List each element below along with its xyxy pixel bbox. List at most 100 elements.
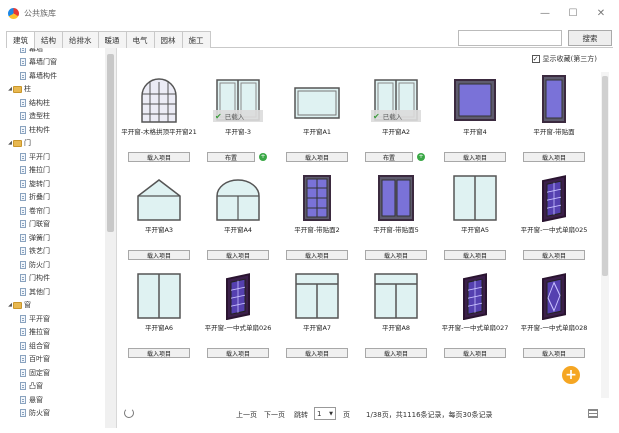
tab-0[interactable]: 建筑: [6, 31, 35, 49]
family-thumbnail[interactable]: [450, 172, 500, 222]
family-thumbnail[interactable]: [292, 74, 342, 124]
tree-item[interactable]: 折叠门: [20, 191, 50, 204]
family-thumbnail[interactable]: [371, 172, 421, 222]
family-thumbnail[interactable]: [529, 74, 579, 124]
load-project-button[interactable]: 载入项目: [444, 348, 506, 358]
tree-item[interactable]: 弹簧门: [20, 231, 50, 244]
load-project-button[interactable]: 载入项目: [444, 152, 506, 162]
place-button[interactable]: 布置: [207, 152, 255, 162]
tree-item[interactable]: 门联窗: [20, 218, 50, 231]
family-thumbnail[interactable]: ✔ 已载入: [371, 74, 421, 124]
show-favorites-checkbox[interactable]: ✓: [531, 55, 540, 63]
load-project-button[interactable]: 载入项目: [444, 250, 506, 260]
view-toggle-icon[interactable]: [588, 409, 598, 418]
family-thumbnail[interactable]: ✔ 已载入: [213, 74, 263, 124]
tree-item[interactable]: 固定窗: [20, 366, 50, 379]
family-thumbnail[interactable]: [450, 270, 500, 320]
tab-2[interactable]: 给排水: [62, 31, 99, 48]
tab-1[interactable]: 结构: [34, 31, 63, 48]
maximize-button[interactable]: ☐: [559, 0, 587, 26]
app-logo-icon: [8, 7, 19, 19]
tree-item[interactable]: 防火门: [20, 258, 50, 271]
tree-item[interactable]: 平开门: [20, 150, 50, 163]
load-project-button[interactable]: 载入项目: [523, 250, 585, 260]
folder-icon: [13, 139, 22, 147]
tree-item[interactable]: 悬窗: [20, 393, 43, 406]
prev-page-link[interactable]: 上一页: [236, 410, 257, 420]
document-icon: [20, 71, 26, 80]
load-project-button[interactable]: 载入项目: [128, 152, 190, 162]
family-thumbnail[interactable]: [529, 172, 579, 222]
tree-item[interactable]: 卷帘门: [20, 204, 50, 217]
tree-item[interactable]: 结构柱: [20, 96, 50, 109]
tree-item[interactable]: 幕墙: [20, 48, 43, 55]
tree-label: 组合窗: [29, 341, 50, 350]
tab-3[interactable]: 暖通: [97, 31, 127, 48]
tree-item[interactable]: 造型柱: [20, 110, 50, 123]
load-project-button[interactable]: 载入项目: [207, 250, 269, 260]
next-page-link[interactable]: 下一页: [264, 410, 285, 420]
family-name: 平开窗A7: [302, 324, 332, 332]
load-project-button[interactable]: 载入项目: [207, 348, 269, 358]
tree-label: 平开门: [29, 152, 50, 161]
family-thumbnail[interactable]: [213, 172, 263, 222]
load-project-button[interactable]: 载入项目: [286, 348, 348, 358]
search-button[interactable]: 搜索: [568, 30, 612, 46]
show-favorites-label: 显示收藏(第三方): [542, 55, 597, 63]
load-project-button[interactable]: 载入项目: [523, 152, 585, 162]
tree-item[interactable]: 百叶窗: [20, 353, 50, 366]
tab-5[interactable]: 园林: [153, 31, 183, 48]
family-thumbnail[interactable]: [134, 270, 184, 320]
tree-item[interactable]: 柱构件: [20, 123, 50, 136]
load-project-button[interactable]: 载入项目: [523, 348, 585, 358]
tree-scrollbar[interactable]: [105, 48, 116, 428]
minimize-button[interactable]: —: [531, 0, 559, 26]
tree-item[interactable]: 推拉窗: [20, 326, 50, 339]
load-project-button[interactable]: 载入项目: [365, 348, 427, 358]
gallery-scrollbar-thumb[interactable]: [602, 76, 608, 276]
family-thumbnail[interactable]: [292, 172, 342, 222]
tree-item[interactable]: 铁艺门: [20, 245, 50, 258]
load-project-button[interactable]: 载入项目: [128, 348, 190, 358]
tab-4[interactable]: 电气: [125, 31, 155, 48]
tree-item[interactable]: 幕墙门窗: [20, 56, 57, 69]
load-project-button[interactable]: 载入项目: [286, 152, 348, 162]
family-thumbnail[interactable]: [134, 74, 184, 124]
family-thumbnail[interactable]: [213, 270, 263, 320]
tree-label: 防火门: [29, 260, 50, 269]
family-thumbnail[interactable]: [292, 270, 342, 320]
family-thumbnail[interactable]: [529, 270, 579, 320]
close-button[interactable]: ✕: [587, 0, 615, 26]
tree-item[interactable]: 其他门: [20, 285, 50, 298]
tree-item[interactable]: 推拉门: [20, 164, 50, 177]
family-thumbnail[interactable]: [134, 172, 184, 222]
tree-item[interactable]: 防火窗: [20, 407, 50, 420]
search-input[interactable]: [458, 30, 562, 46]
tree-folder[interactable]: ◢ 窗: [7, 299, 31, 312]
load-project-button[interactable]: 载入项目: [286, 250, 348, 260]
gallery-scrollbar[interactable]: [601, 72, 609, 398]
tree-scrollbar-thumb[interactable]: [107, 54, 114, 232]
tree-item[interactable]: 旋转门: [20, 177, 50, 190]
tree-item[interactable]: 凸窗: [20, 380, 43, 393]
place-button[interactable]: 布置: [365, 152, 413, 162]
family-thumbnail[interactable]: [450, 74, 500, 124]
family-name: 平开窗A2: [381, 128, 411, 136]
family-thumbnail[interactable]: [371, 270, 421, 320]
document-icon: [20, 179, 26, 188]
tree-folder[interactable]: ◢ 门: [7, 137, 31, 150]
add-badge-icon[interactable]: +: [259, 153, 267, 161]
load-project-button[interactable]: 载入项目: [128, 250, 190, 260]
page-select[interactable]: 1 ▼: [314, 407, 336, 420]
refresh-icon[interactable]: [124, 408, 134, 418]
tree-item[interactable]: 平开窗: [20, 312, 50, 325]
tree-item[interactable]: 组合窗: [20, 339, 50, 352]
add-badge-icon[interactable]: +: [417, 153, 425, 161]
tree-item[interactable]: 门构件: [20, 272, 50, 285]
tree-item[interactable]: 幕墙构件: [20, 69, 57, 82]
load-project-button[interactable]: 载入项目: [365, 250, 427, 260]
tab-6[interactable]: 施工: [181, 31, 211, 48]
show-favorites-toggle[interactable]: ✓ 显示收藏(第三方): [531, 54, 597, 64]
add-icon[interactable]: +: [562, 366, 580, 384]
tree-folder[interactable]: ◢ 柱: [7, 83, 31, 96]
